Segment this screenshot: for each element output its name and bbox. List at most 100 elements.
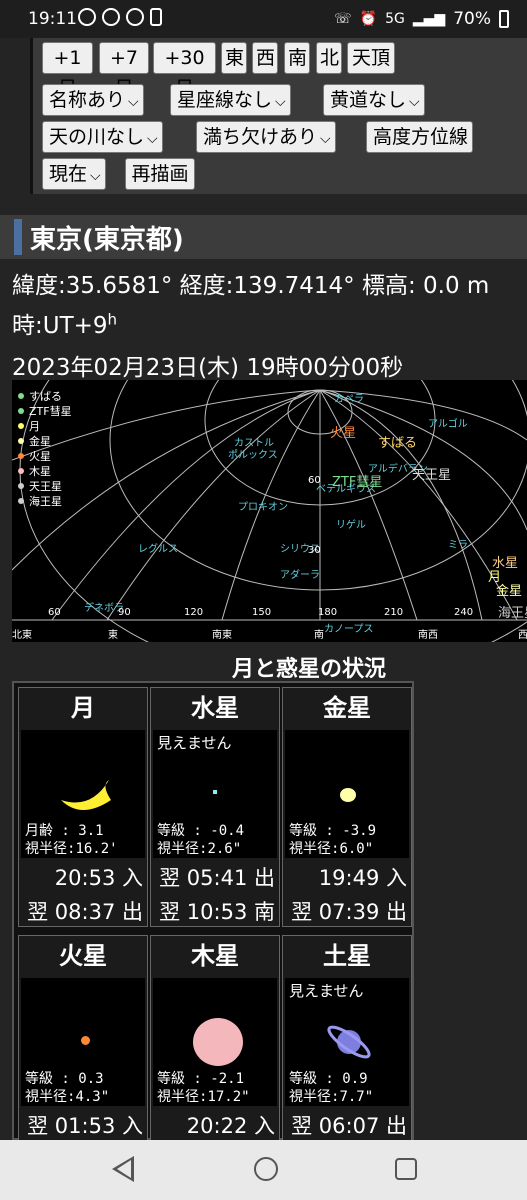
planet-cell-saturn: 土星 見えません 等級 : 0.9 視半径:7.7" 翌 06:07 出 bbox=[282, 935, 412, 1140]
recent-apps-icon[interactable] bbox=[395, 1158, 417, 1180]
planet-cell-mars: 火星 等級 : 0.3 視半径:4.3" 翌 01:53 入 bbox=[18, 935, 148, 1140]
battery-percent: 70% bbox=[453, 9, 491, 29]
plus-1-day-button[interactable]: +1日 bbox=[42, 42, 93, 99]
comet-label: ZTF彗星 bbox=[332, 475, 383, 490]
planet-cell-venus: 金星 等級 : -3.9 視半径:6.0" 19:49 入 翌 07:39 出 bbox=[282, 687, 412, 927]
now-select[interactable]: 現在 ⌵ bbox=[42, 158, 106, 190]
coordinates: 緯度:35.6581° 経度:139.7414° 標高: 0.0 m bbox=[12, 273, 490, 299]
network-type: 5G bbox=[385, 11, 405, 27]
planet-image: 等級 : -2.1 視半径:17.2" bbox=[153, 978, 277, 1106]
planet-cell-moon: 月 月齢 : 3.1 視半径:16.2' 20:53 入 翌 08:37 出 bbox=[18, 687, 148, 927]
redraw-button[interactable]: 再描画 bbox=[125, 158, 195, 190]
legend-item: 月 bbox=[18, 418, 72, 433]
azimuth-tick: 90 bbox=[118, 607, 131, 618]
planet-name: 月 bbox=[71, 694, 95, 722]
mars-label: 火星 bbox=[330, 426, 357, 441]
notification-icons bbox=[78, 8, 162, 26]
alarm-icon: ⏰ bbox=[359, 11, 378, 27]
status-time: 19:11 bbox=[28, 9, 77, 29]
planet-image: 等級 : -3.9 視半径:6.0" bbox=[285, 730, 409, 858]
signal-icon: ▂▄▆ bbox=[412, 11, 446, 27]
legend-item: 木星 bbox=[18, 463, 72, 478]
direction-label: 南 bbox=[314, 630, 324, 641]
star-label: レグルス bbox=[138, 544, 178, 555]
plus-30-day-button[interactable]: +30日 bbox=[153, 42, 216, 99]
legend-item: 天王星 bbox=[18, 478, 72, 493]
location-name: 東京(東京都) bbox=[30, 225, 184, 255]
star-label: カペラ bbox=[334, 394, 364, 405]
home-icon[interactable] bbox=[254, 1157, 278, 1181]
header-accent bbox=[14, 219, 22, 255]
alt-az-lines-select[interactable]: 高度方位線 bbox=[366, 121, 474, 153]
venus-disc bbox=[340, 788, 356, 802]
plus-7-day-button[interactable]: +7日 bbox=[99, 42, 149, 99]
rise-time: 翌 05:41 出 bbox=[159, 866, 275, 890]
legend-item: すばる bbox=[18, 388, 72, 403]
planet-cell-mercury: 水星 見えません 等級 : -0.4 視半径:2.6" 翌 05:41 出 翌 … bbox=[150, 687, 280, 927]
azimuth-tick: 180 bbox=[318, 607, 338, 618]
legend-item: 海王星 bbox=[18, 493, 72, 508]
south-button[interactable]: 南 bbox=[284, 42, 310, 74]
zenith-button[interactable]: 天頂 bbox=[347, 42, 395, 74]
direction-label: 北東 bbox=[12, 630, 32, 641]
planet-name: 火星 bbox=[59, 942, 107, 970]
voicemail-icon: ☏ bbox=[334, 11, 352, 27]
direction-label: 南西 bbox=[418, 630, 438, 641]
azimuth-tick: 60 bbox=[48, 607, 61, 618]
sky-legend: すばる ZTF彗星 月 金星 火星 木星 天王星 海王星 bbox=[18, 388, 72, 508]
azimuth-tick: 240 bbox=[454, 607, 474, 618]
planet-table: 月 月齢 : 3.1 視半径:16.2' 20:53 入 翌 08:37 出 水… bbox=[12, 681, 414, 1140]
altitude-tick: 60 bbox=[308, 475, 321, 486]
star-label: カノープス bbox=[324, 624, 374, 635]
star-label: ミラ bbox=[448, 540, 468, 551]
line-icon bbox=[78, 8, 96, 26]
web-page: +1日 +7日 +30日 東 西 南 北 天頂 名称あり⌵ 星座線なし⌵ 黄道な… bbox=[0, 38, 527, 1140]
milky-way-select[interactable]: 天の川なし ⌵ bbox=[42, 121, 163, 153]
chevron-down-icon: ⌵ bbox=[90, 168, 101, 184]
constellation-lines-select[interactable]: 星座線なし ⌵ bbox=[170, 84, 291, 116]
battery-icon bbox=[499, 10, 509, 28]
datetime: 2023年02月23日(木) 19時00分00秒 bbox=[12, 355, 404, 381]
chevron-down-icon: ⌵ bbox=[409, 94, 420, 110]
chevron-down-icon: ⌵ bbox=[128, 94, 139, 110]
phase-select[interactable]: 満ち欠けあり ⌵ bbox=[196, 121, 336, 153]
navigation-bar bbox=[0, 1140, 527, 1200]
planet-name: 木星 bbox=[191, 942, 239, 970]
legend-item: ZTF彗星 bbox=[18, 403, 72, 418]
back-icon[interactable] bbox=[112, 1156, 134, 1182]
pleiades-label: すばる bbox=[378, 436, 418, 451]
ecliptic-select[interactable]: 黄道なし ⌵ bbox=[323, 84, 425, 116]
planet-name: 土星 bbox=[323, 942, 371, 970]
west-button[interactable]: 西 bbox=[252, 42, 278, 74]
set-time: 翌 01:53 入 bbox=[27, 1114, 143, 1138]
sky-map[interactable]: すばる ZTF彗星 月 金星 火星 木星 天王星 海王星 カペラ アルゴル カス… bbox=[12, 380, 527, 642]
battery-saver-icon bbox=[150, 8, 162, 26]
azimuth-tick: 120 bbox=[184, 607, 204, 618]
north-button[interactable]: 北 bbox=[316, 42, 342, 74]
planet-name: 金星 bbox=[323, 694, 371, 722]
location-header: 東京(東京都) bbox=[0, 215, 527, 259]
set-time: 20:53 入 bbox=[54, 866, 143, 890]
east-button[interactable]: 東 bbox=[221, 42, 247, 74]
set-time: 19:49 入 bbox=[318, 866, 407, 890]
rise-time: 翌 07:39 出 bbox=[291, 900, 407, 924]
set-time: 20:22 入 bbox=[186, 1114, 275, 1138]
moon-icon bbox=[102, 8, 120, 26]
star-label: リゲル bbox=[336, 520, 366, 531]
wifi-hotspot-icon bbox=[126, 8, 144, 26]
planet-image: 等級 : 0.3 視半径:4.3" bbox=[21, 978, 145, 1106]
status-bar: 19:11 ☏ ⏰ 5G ▂▄▆ 70% bbox=[0, 0, 527, 38]
transit-time: 翌 10:53 南 bbox=[159, 900, 275, 924]
planet-image: 見えません 等級 : 0.9 視半径:7.7" bbox=[285, 978, 409, 1106]
system-icons: ☏ ⏰ 5G ▂▄▆ 70% bbox=[334, 9, 509, 29]
direction-label: 東 bbox=[108, 630, 118, 641]
star-label: プロキオン bbox=[238, 502, 288, 513]
star-label: ポルックス bbox=[228, 450, 278, 461]
timezone: 時:UT+9h bbox=[12, 310, 118, 339]
rise-time: 翌 08:37 出 bbox=[27, 900, 143, 924]
legend-item: 火星 bbox=[18, 448, 72, 463]
jupiter-disc bbox=[193, 1018, 243, 1066]
planet-image: 見えません 等級 : -0.4 視半径:2.6" bbox=[153, 730, 277, 858]
names-select[interactable]: 名称あり ⌵ bbox=[42, 84, 144, 116]
mars-disc bbox=[81, 1036, 90, 1045]
